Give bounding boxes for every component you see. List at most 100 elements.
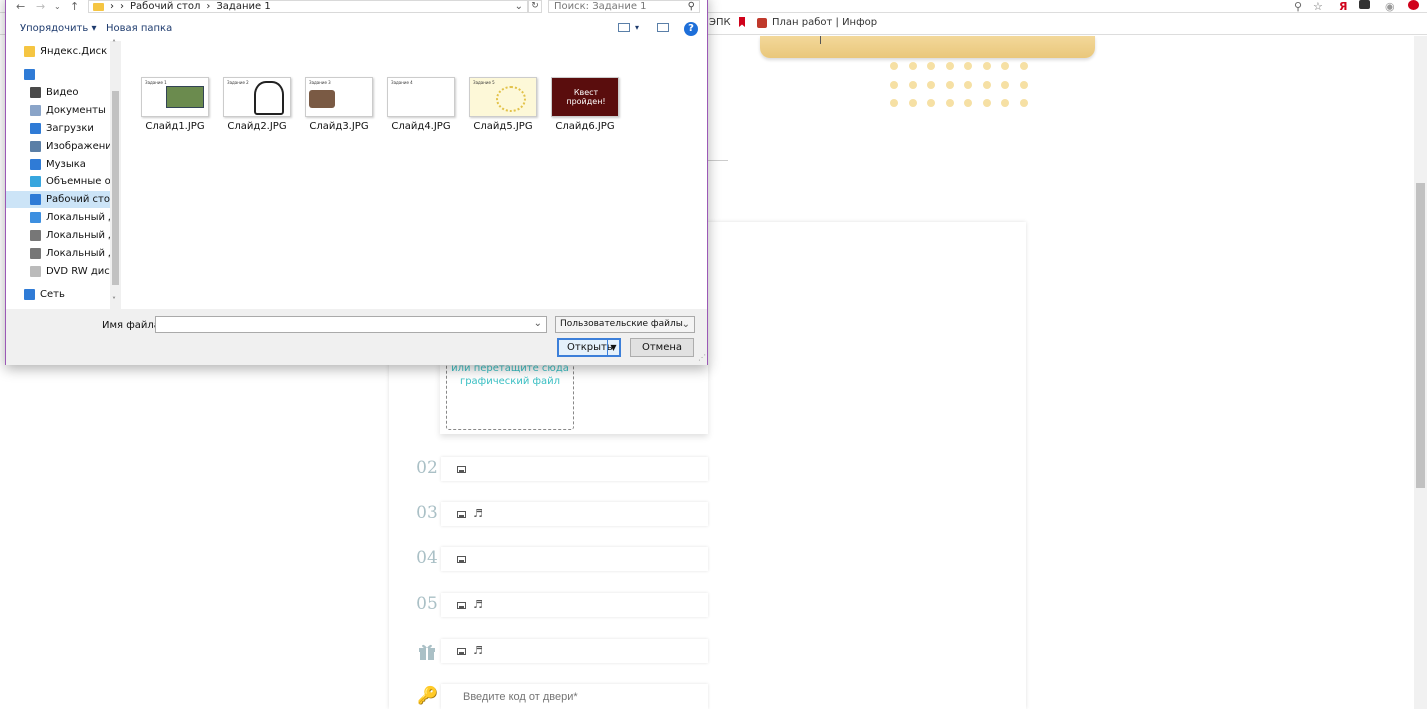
new-folder-button[interactable]: Новая папка — [106, 23, 172, 34]
3d-objects-icon — [30, 176, 41, 187]
step-number: 02 — [416, 458, 438, 478]
decor-dot — [1019, 62, 1028, 70]
decor-dot — [945, 62, 954, 70]
refresh-icon[interactable]: ↻ — [528, 0, 542, 13]
nav-item[interactable]: DVD RW дисков — [6, 263, 110, 280]
drive-icon — [30, 248, 41, 259]
scroll-up-icon[interactable]: ˄ — [112, 39, 116, 48]
file-item[interactable]: Задание 2 Слайд2.JPG — [220, 77, 294, 132]
decor-dot — [982, 80, 991, 89]
decor-dot — [908, 99, 917, 107]
nav-item[interactable]: Рабочий стол — [6, 191, 110, 208]
step-upload-row[interactable]: ♬ — [441, 593, 708, 617]
thumbnail-art — [254, 81, 284, 115]
back-icon[interactable]: ← — [16, 0, 25, 13]
adblock-icon[interactable] — [1408, 0, 1419, 10]
image-icon[interactable] — [457, 648, 466, 655]
step-upload-row[interactable]: ♬ — [441, 639, 708, 663]
door-code-input[interactable] — [441, 684, 708, 709]
forward-icon[interactable]: → — [36, 0, 45, 13]
image-icon[interactable] — [457, 466, 466, 473]
nav-item[interactable] — [6, 66, 110, 83]
extension-icon[interactable] — [1359, 0, 1370, 9]
nav-item-label: Локальный дис — [46, 248, 110, 259]
image-icon[interactable] — [457, 556, 466, 563]
decor-dot — [927, 62, 935, 70]
file-item[interactable]: Задание 1 Слайд1.JPG — [138, 77, 212, 132]
bookmark-plan[interactable]: План работ | Инфор — [757, 17, 877, 28]
eye-icon[interactable]: ◉ — [1385, 0, 1395, 13]
file-name: Слайд4.JPG — [391, 121, 451, 132]
decor-dot — [927, 80, 935, 89]
step-upload-row[interactable]: ♬ — [441, 502, 708, 526]
resize-grip-icon[interactable]: ⋰ — [698, 353, 706, 362]
star-icon[interactable]: ☆ — [1313, 0, 1323, 13]
nav-item[interactable]: Изображения — [6, 138, 110, 155]
file-type-select[interactable]: Пользовательские файлы ⌄ — [555, 316, 695, 333]
nav-item-label: Локальный дис — [46, 212, 110, 223]
dialog-toolbar: Упорядочить ▾ Новая папка ▾ ? — [6, 15, 707, 41]
breadcrumb-folder[interactable]: Задание 1 — [216, 1, 270, 12]
help-icon[interactable]: ? — [684, 22, 698, 36]
file-item[interactable]: Задание 3 Слайд3.JPG — [302, 77, 376, 132]
file-item[interactable]: Задание 5 Слайд5.JPG — [466, 77, 540, 132]
chevron-down-icon[interactable]: ▾ — [635, 23, 639, 32]
chevron-down-icon[interactable]: ⌄ — [54, 2, 61, 11]
file-name: Слайд1.JPG — [145, 121, 205, 132]
yandex-disk-icon — [24, 46, 35, 57]
filename-input[interactable]: ⌄ — [155, 316, 547, 333]
nav-item[interactable]: Видео — [6, 84, 110, 101]
zoom-icon[interactable]: ⚲ — [1294, 0, 1302, 13]
decor-dot — [945, 99, 954, 107]
view-options-icon[interactable] — [618, 23, 630, 32]
decor-dot — [908, 80, 917, 89]
downloads-icon — [30, 123, 41, 134]
bookmark-flag[interactable] — [739, 17, 745, 27]
search-input[interactable]: Поиск: Задание 1 ⚲ — [548, 0, 700, 13]
nav-item[interactable]: Объемные объ — [6, 173, 110, 190]
bookmark-epk[interactable]: ЭПК — [709, 17, 731, 28]
music-icon[interactable]: ♬ — [473, 644, 483, 657]
folder-icon — [93, 2, 104, 11]
preview-pane-icon[interactable] — [657, 23, 669, 32]
yandex-icon[interactable]: Я — [1339, 0, 1347, 13]
breadcrumb-desktop[interactable]: Рабочий стол — [130, 1, 200, 12]
step-upload-row[interactable] — [441, 457, 708, 481]
nav-item[interactable]: Локальный дис — [6, 227, 110, 244]
wood-banner — [760, 36, 1095, 58]
search-icon: ⚲ — [687, 1, 695, 12]
pictures-icon — [30, 141, 41, 152]
step-upload-row[interactable] — [441, 547, 708, 571]
nav-item[interactable]: Локальный дис — [6, 245, 110, 262]
nav-item[interactable]: Яндекс.Диск — [6, 43, 110, 60]
nav-item[interactable]: Музыка — [6, 156, 110, 173]
nav-item[interactable]: Документы — [6, 102, 110, 119]
file-item[interactable]: Квест пройден! Слайд6.JPG — [548, 77, 622, 132]
nav-scroll-thumb[interactable] — [112, 91, 119, 285]
nav-item[interactable]: Сеть — [6, 286, 110, 303]
music-icon[interactable]: ♬ — [473, 598, 483, 611]
nav-item[interactable]: Загрузки — [6, 120, 110, 137]
scroll-down-icon[interactable]: ˅ — [112, 296, 116, 305]
image-icon[interactable] — [457, 511, 466, 518]
nav-item[interactable]: Локальный дис — [6, 209, 110, 226]
up-icon[interactable]: ↑ — [70, 0, 79, 13]
cancel-button[interactable]: Отмена — [630, 338, 694, 357]
open-button[interactable]: Открыть ▼ — [557, 338, 621, 357]
chevron-down-icon[interactable]: ⌄ — [515, 1, 523, 12]
chevron-down-icon[interactable]: ▼ — [607, 340, 619, 355]
image-icon[interactable] — [457, 602, 466, 609]
organize-button[interactable]: Упорядочить ▾ — [20, 23, 96, 34]
address-bar[interactable]: › › Рабочий стол › Задание 1 ⌄ — [88, 0, 528, 13]
drive-icon — [30, 230, 41, 241]
chevron-down-icon[interactable]: ⌄ — [534, 318, 542, 329]
decor-dot — [890, 62, 898, 70]
network-icon — [24, 289, 35, 300]
file-name: Слайд6.JPG — [555, 121, 615, 132]
decor-dot — [908, 62, 917, 70]
key-icon: 🔑 — [417, 686, 439, 706]
page-scroll-thumb[interactable] — [1416, 183, 1425, 488]
thumbnail-title: Квест пройден! — [566, 88, 606, 106]
music-icon[interactable]: ♬ — [473, 507, 483, 520]
file-item[interactable]: Задание 4 Слайд4.JPG — [384, 77, 458, 132]
